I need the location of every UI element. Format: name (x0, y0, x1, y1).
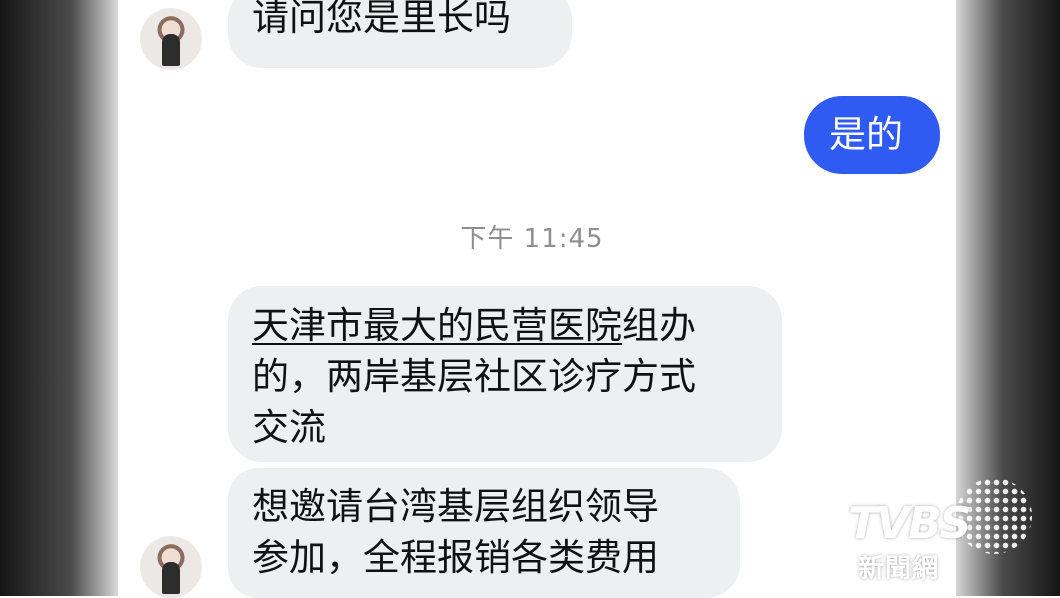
message-line: 天津市最大的民营医院组办 (252, 300, 782, 351)
chat-conversation[interactable]: 请问您是里长吗 是的 下午 11:45 天津市最大的民营医院组办 的，两岸基层社… (118, 0, 956, 598)
incoming-message-bubble[interactable]: 想邀请台湾基层组织领导 参加，全程报销各类费用 (228, 468, 740, 598)
tvbs-watermark-logo: TVBS 新聞網 (846, 478, 1036, 586)
avatar-figure (162, 562, 180, 594)
incoming-message-bubble[interactable]: 请问您是里长吗 (228, 0, 572, 68)
message-text: 组办 (622, 304, 696, 347)
contact-avatar[interactable] (140, 536, 202, 598)
outgoing-message-bubble[interactable]: 是的 (804, 96, 940, 174)
contact-avatar[interactable] (140, 8, 202, 70)
message-line: 交流 (252, 406, 326, 449)
message-line: 的，两岸基层社区诊疗方式 (252, 355, 696, 398)
logo-subtitle: 新聞網 (858, 554, 940, 584)
message-text: 请问您是里长吗 (252, 0, 511, 39)
incoming-message-bubble[interactable]: 天津市最大的民营医院组办 的，两岸基层社区诊疗方式 交流 (228, 286, 782, 462)
video-frame-left-edge (0, 0, 118, 596)
underlined-text: 天津市最大的民营医院 (252, 304, 622, 347)
message-timestamp: 下午 11:45 (460, 224, 604, 254)
message-text: 是的 (829, 113, 903, 156)
logo-brand-text: TVBS (848, 498, 971, 549)
avatar-figure (162, 34, 180, 66)
message-line: 想邀请台湾基层组织领导 (252, 485, 659, 528)
message-line: 参加，全程报销各类费用 (252, 536, 659, 579)
